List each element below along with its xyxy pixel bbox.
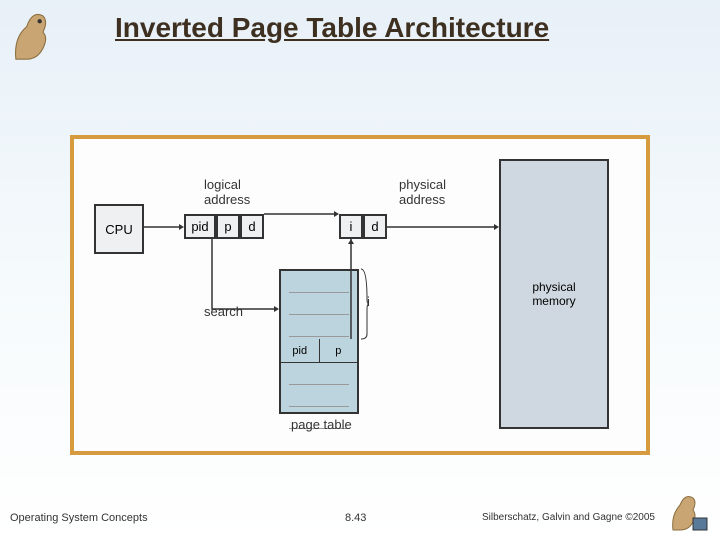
- arrow-physical-to-memory: [387, 224, 499, 234]
- i-field-physical: i: [339, 214, 363, 239]
- footer: Operating System Concepts 8.43 Silbersch…: [0, 512, 720, 532]
- pt-pid: pid: [281, 339, 320, 362]
- page-title: Inverted Page Table Architecture: [115, 12, 549, 44]
- d-field-physical: d: [363, 214, 387, 239]
- brace-i: [361, 269, 369, 339]
- arrow-d-to-d: [264, 209, 339, 219]
- page-table-label: page table: [291, 417, 352, 432]
- arrow-cpu-to-logical: [144, 224, 184, 234]
- cpu-box: CPU: [94, 204, 144, 254]
- arrow-pidp-down-to-table: [212, 239, 282, 314]
- pt-p: p: [320, 339, 358, 362]
- logical-address-label: logical address: [204, 177, 250, 207]
- pid-field-logical: pid: [184, 214, 216, 239]
- footer-page-number: 8.43: [345, 512, 366, 524]
- page-table: pid p: [279, 269, 359, 414]
- d-field-logical: d: [240, 214, 264, 239]
- footer-copyright: Silberschatz, Galvin and Gagne ©2005: [482, 512, 655, 523]
- dinosaur-logo-br: [665, 490, 715, 535]
- footer-left: Operating System Concepts: [10, 512, 148, 524]
- diagram-frame: CPU logical address pid p d physical add…: [70, 135, 650, 455]
- physical-address-label: physical address: [399, 177, 446, 207]
- page-table-entry: pid p: [281, 339, 357, 363]
- dinosaur-logo-tl: [5, 5, 70, 65]
- physical-memory-box: physical memory: [499, 159, 609, 429]
- p-field-logical: p: [216, 214, 240, 239]
